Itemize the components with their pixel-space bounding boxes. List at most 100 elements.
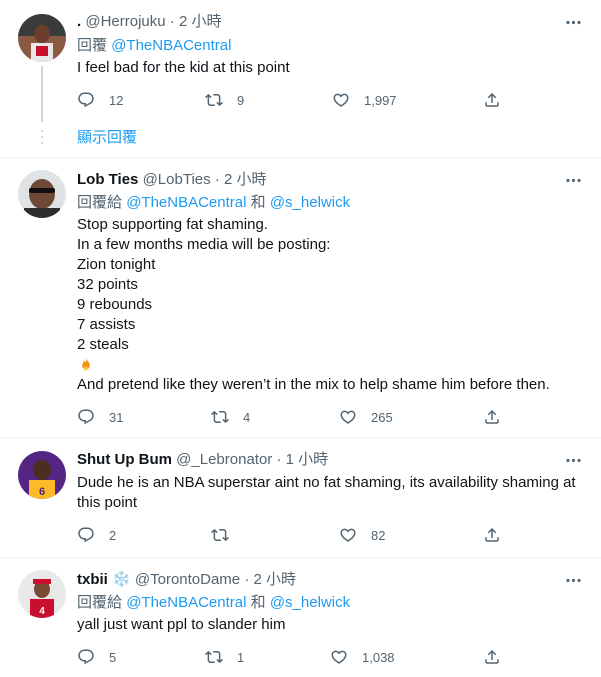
tweet-actions: 12 9 1,997: [77, 90, 507, 110]
svg-text:4: 4: [39, 606, 45, 617]
reply-prefix: 回覆: [77, 37, 108, 54]
text-line: And pretend like they weren’t in the mix…: [77, 376, 550, 393]
fire-emoji: 🔥: [77, 355, 582, 375]
tweet-actions: 5 1 1,038: [77, 647, 507, 667]
retweet-icon: [205, 91, 223, 109]
retweet-button[interactable]: 4: [211, 407, 250, 427]
reply-icon: [77, 91, 95, 109]
heart-icon: [339, 526, 357, 544]
reply-count: 5: [109, 649, 117, 665]
retweet-icon: [205, 648, 223, 666]
show-replies-link[interactable]: 顯示回覆: [77, 128, 137, 148]
share-button[interactable]: [483, 525, 515, 545]
retweet-button[interactable]: 9: [205, 90, 244, 110]
thread-line: [41, 66, 43, 122]
mention-link[interactable]: @TheNBACentral: [126, 194, 246, 211]
reply-joiner: 和: [250, 194, 266, 211]
reply-count: 2: [109, 527, 117, 543]
like-button[interactable]: 265: [339, 407, 393, 427]
heart-icon: [339, 408, 357, 426]
retweet-icon: [211, 408, 229, 426]
like-count: 265: [371, 409, 393, 425]
tweet-actions: 31 4 265: [77, 407, 507, 427]
retweet-button[interactable]: 1: [205, 647, 244, 667]
reply-prefix: 回覆給: [77, 194, 123, 211]
thread-dots: [41, 130, 43, 148]
avatar[interactable]: 4: [18, 570, 66, 618]
like-count: 82: [371, 527, 386, 543]
separator-dot: ·: [214, 171, 220, 188]
mention-link[interactable]: @s_helwick: [270, 194, 350, 211]
divider: [0, 557, 601, 558]
text-line: Dude he is an NBA superstar aint no fat …: [77, 474, 576, 491]
timestamp[interactable]: 2 小時: [179, 13, 222, 30]
reply-count: 31: [109, 409, 124, 425]
reply-icon: [77, 408, 95, 426]
like-button[interactable]: 82: [339, 525, 385, 545]
share-icon: [483, 526, 501, 544]
tweet-header: . @Herrojuku · 2 小時: [77, 12, 221, 32]
user-handle[interactable]: @_Lebronator: [176, 451, 272, 468]
text-line: 2 steals: [77, 336, 129, 353]
like-button[interactable]: 1,038: [330, 647, 395, 667]
display-name[interactable]: .: [77, 13, 81, 30]
display-name[interactable]: Shut Up Bum: [77, 451, 172, 468]
more-icon[interactable]: [563, 12, 583, 32]
reply-to: 回覆給 @TheNBACentral 和 @s_helwick: [77, 193, 350, 213]
reply-count: 12: [109, 92, 124, 108]
text-line: this point: [77, 494, 138, 511]
reply-icon: [77, 648, 95, 666]
retweet-count: 4: [243, 409, 251, 425]
user-handle[interactable]: @TorontoDame: [135, 571, 240, 588]
separator-dot: ·: [169, 13, 175, 30]
more-icon[interactable]: [563, 170, 583, 190]
like-button[interactable]: 1,997: [332, 90, 397, 110]
display-name[interactable]: txbii: [77, 571, 108, 588]
fire-icon: [82, 357, 90, 371]
reply-button[interactable]: 2: [77, 525, 116, 545]
tweet-actions: 2 82: [77, 525, 507, 545]
more-icon[interactable]: [563, 570, 583, 590]
like-count: 1,997: [364, 92, 397, 108]
avatar[interactable]: 6: [18, 451, 66, 499]
share-button[interactable]: [483, 407, 515, 427]
avatar[interactable]: [18, 170, 66, 218]
reply-button[interactable]: 12: [77, 90, 123, 110]
avatar[interactable]: [18, 14, 66, 62]
text-line: 9 rebounds: [77, 296, 153, 313]
text-line: I feel bad for the kid at this point: [77, 59, 290, 76]
retweet-count: 1: [237, 649, 245, 665]
reply-button[interactable]: 31: [77, 407, 123, 427]
more-icon[interactable]: [563, 450, 583, 470]
reply-button[interactable]: 5: [77, 647, 116, 667]
reply-joiner: 和: [250, 594, 266, 611]
reply-to: 回覆 @TheNBACentral: [77, 36, 231, 56]
mention-link[interactable]: @TheNBACentral: [111, 37, 231, 54]
reply-prefix: 回覆給: [77, 594, 123, 611]
text-line: yall just want ppl to slander him: [77, 616, 286, 633]
svg-text:6: 6: [39, 486, 45, 498]
share-button[interactable]: [483, 90, 515, 110]
display-name[interactable]: Lob Ties: [77, 171, 138, 188]
tweet-text: yall just want ppl to slander him: [77, 615, 582, 635]
timestamp[interactable]: 2 小時: [254, 571, 297, 588]
text-line: 32 points: [77, 276, 138, 293]
timestamp[interactable]: 1 小時: [286, 451, 329, 468]
heart-icon: [332, 91, 350, 109]
text-line: Zion tonight: [77, 256, 156, 273]
user-handle[interactable]: @Herrojuku: [85, 13, 165, 30]
tweet-header: Shut Up Bum @_Lebronator · 1 小時: [77, 450, 328, 470]
reply-icon: [77, 526, 95, 544]
text-line: In a few months media will be posting:: [77, 236, 331, 253]
mention-link[interactable]: @s_helwick: [270, 594, 350, 611]
retweet-button[interactable]: [211, 525, 243, 545]
share-button[interactable]: [483, 647, 515, 667]
mention-link[interactable]: @TheNBACentral: [126, 594, 246, 611]
share-icon: [483, 648, 501, 666]
tweet-text: I feel bad for the kid at this point: [77, 58, 582, 78]
user-handle[interactable]: @LobTies: [143, 171, 211, 188]
snowflake-icon: ❄️: [112, 571, 131, 588]
timestamp[interactable]: 2 小時: [224, 171, 267, 188]
separator-dot: ·: [244, 571, 250, 588]
tweet-text: Stop supporting fat shaming. In a few mo…: [77, 215, 582, 395]
